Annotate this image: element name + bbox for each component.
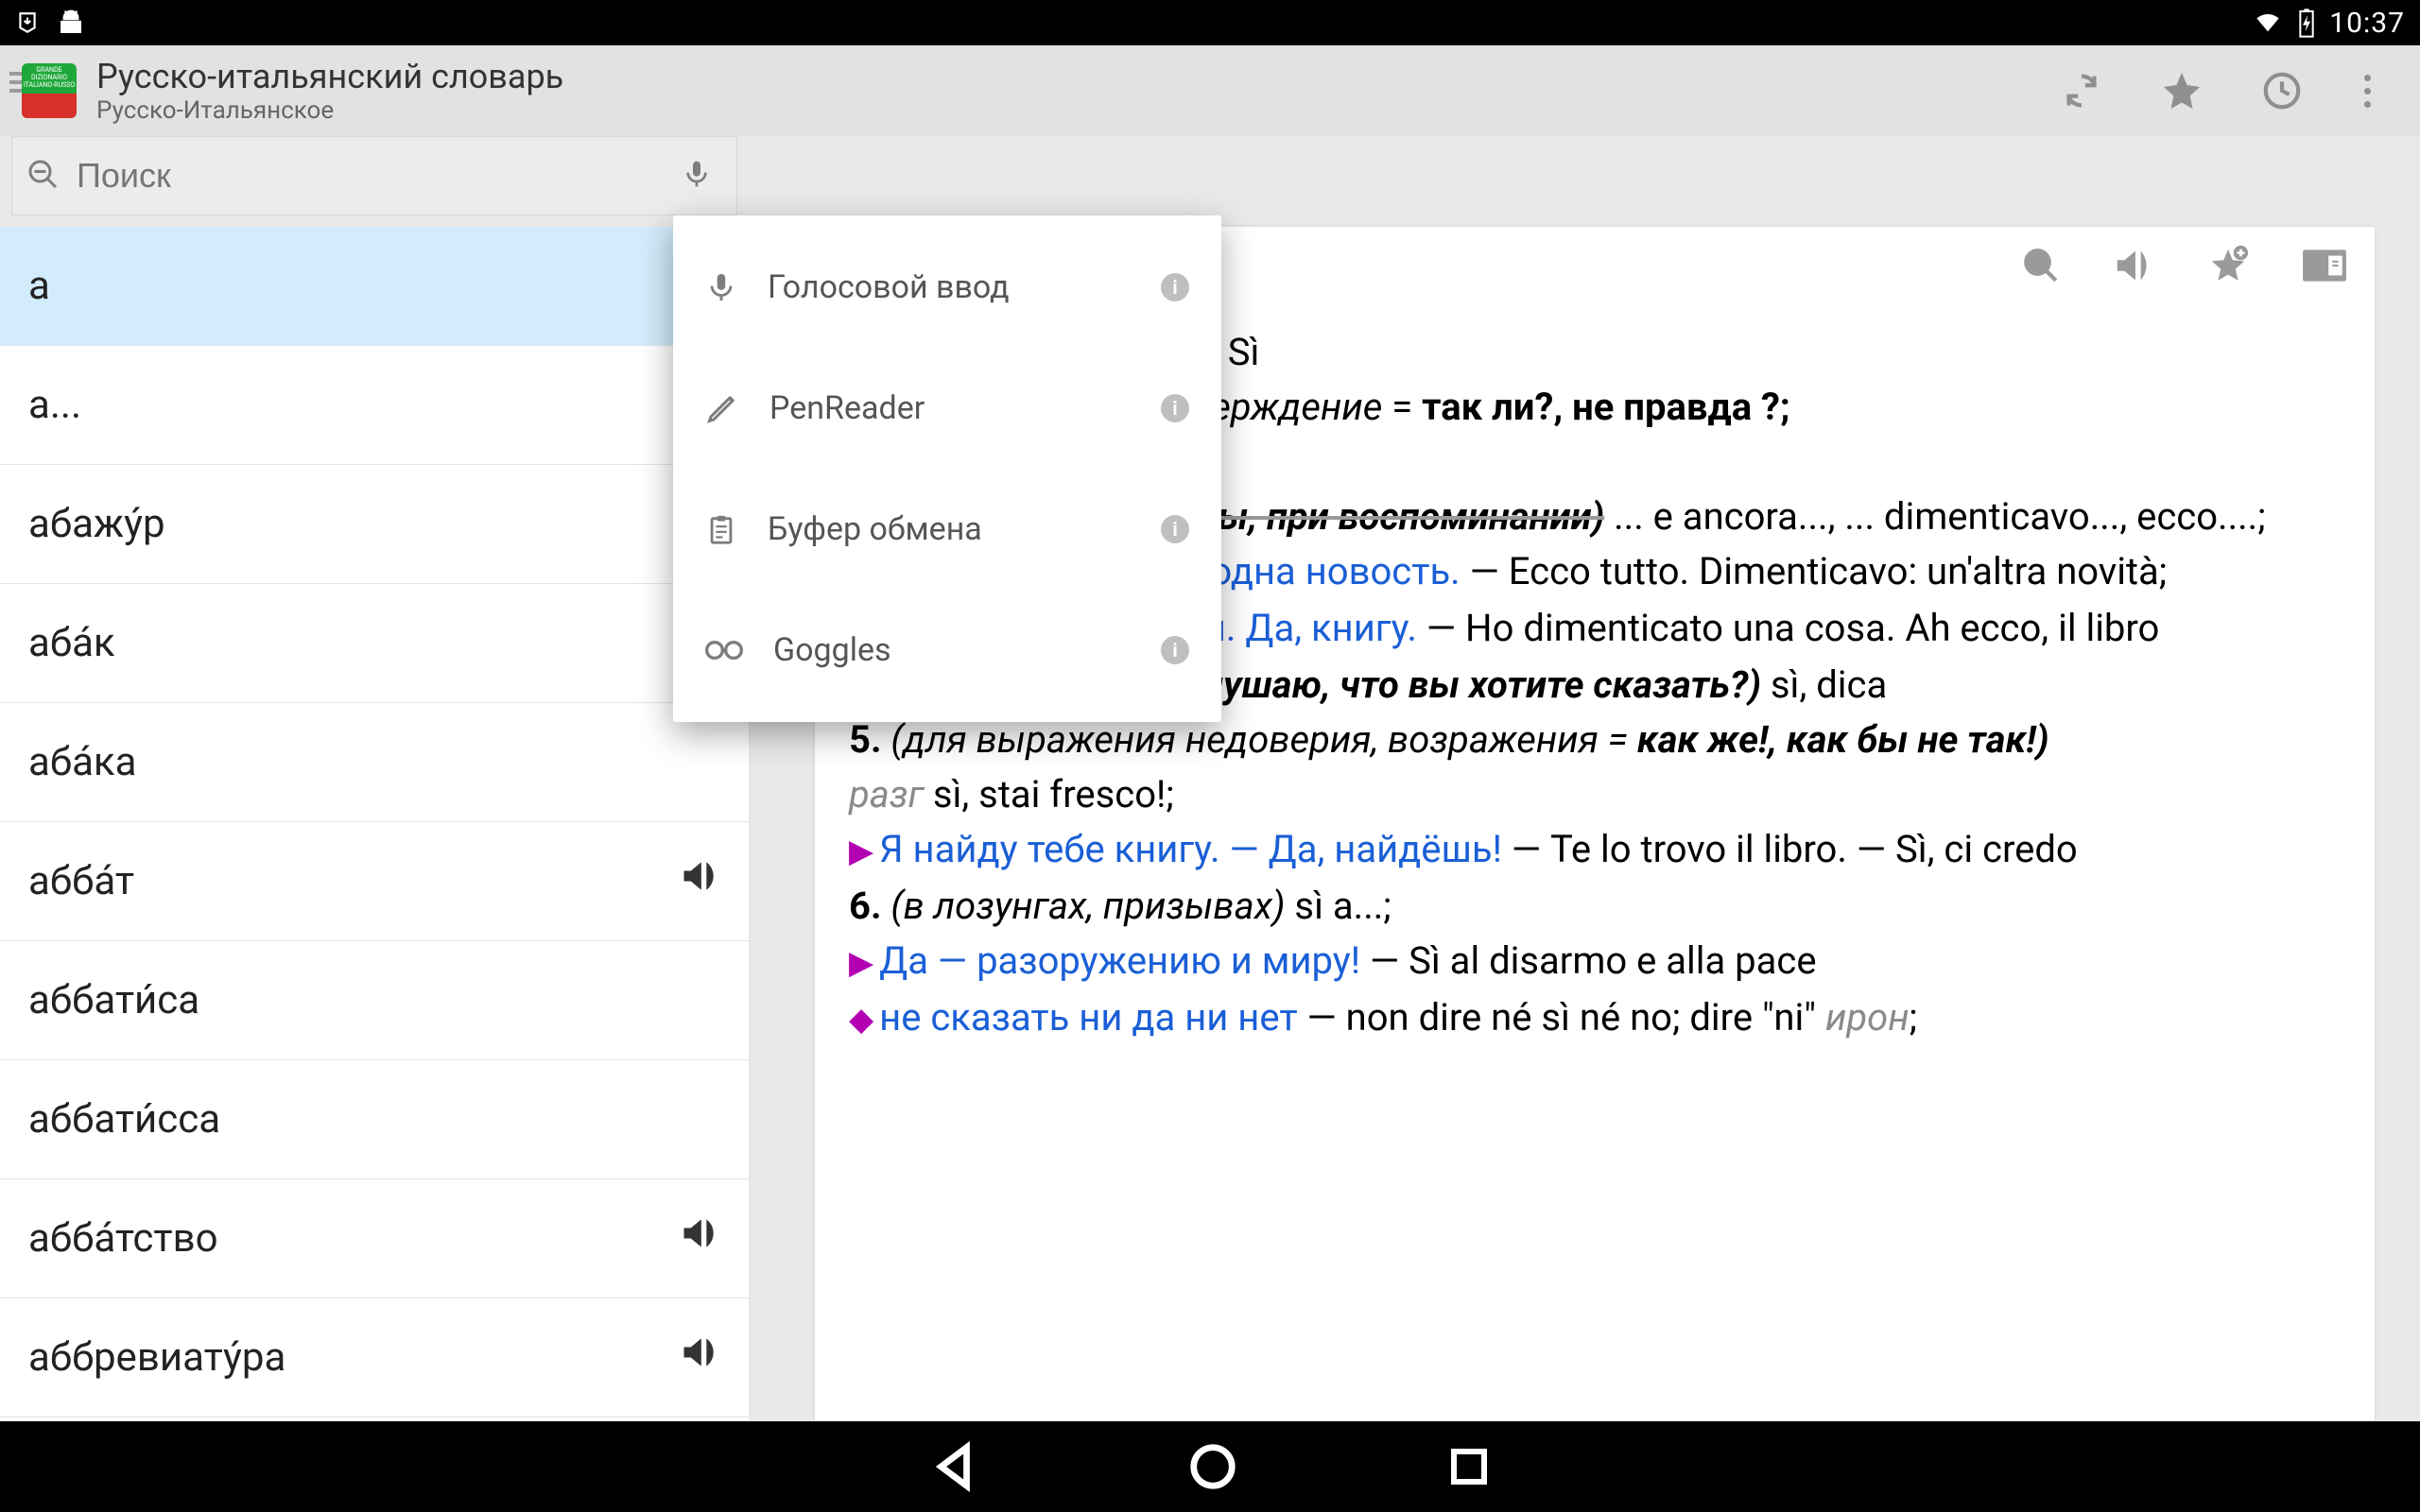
word-text: аба́ка bbox=[28, 739, 136, 785]
popup-item[interactable]: PenReader i bbox=[673, 348, 1221, 469]
input-method-popup: Голосовой вводiPenReaderiБуфер обменаiGo… bbox=[673, 215, 1221, 722]
sound-icon[interactable] bbox=[679, 855, 720, 907]
word-item[interactable]: а bbox=[0, 227, 749, 346]
refresh-icon[interactable] bbox=[2060, 69, 2103, 112]
word-item[interactable]: аббати́са bbox=[0, 941, 749, 1060]
android-icon bbox=[57, 9, 85, 37]
word-text: аббати́сса bbox=[28, 1096, 220, 1143]
word-item[interactable]: абажу́р bbox=[0, 465, 749, 584]
word-text: абажу́р bbox=[28, 501, 165, 547]
mic-icon[interactable] bbox=[682, 154, 719, 198]
sound-icon[interactable] bbox=[679, 1332, 720, 1383]
popup-item-label: PenReader bbox=[769, 389, 1131, 427]
app-toolbar: GRANDE DIZIONARIOITALIANO-RUSSO Русско-и… bbox=[0, 45, 2420, 136]
back-icon[interactable] bbox=[928, 1441, 979, 1492]
word-item[interactable]: аба́ка bbox=[0, 703, 749, 822]
word-text: аббревиату́ра bbox=[28, 1334, 285, 1381]
word-text: а bbox=[28, 263, 50, 309]
info-icon[interactable]: i bbox=[1161, 515, 1189, 543]
app-title: Русско-итальянский словарь bbox=[96, 57, 563, 96]
word-item[interactable]: аббати́сса bbox=[0, 1060, 749, 1179]
home-icon[interactable] bbox=[1187, 1441, 1238, 1492]
sound-icon[interactable] bbox=[679, 1212, 720, 1264]
info-icon[interactable]: i bbox=[1161, 394, 1189, 422]
search-bar[interactable] bbox=[11, 136, 737, 215]
info-icon[interactable]: i bbox=[1161, 636, 1189, 664]
clock-text: 10:37 bbox=[2329, 7, 2405, 40]
search-input[interactable] bbox=[63, 156, 682, 196]
word-list[interactable]: а а... абажу́р аба́к аба́ка абба́т аббати́са аб… bbox=[0, 227, 749, 1421]
star-add-icon[interactable] bbox=[2206, 244, 2250, 287]
sound-icon[interactable] bbox=[2112, 244, 2155, 287]
word-item[interactable]: аббревиату́ра bbox=[0, 1298, 749, 1418]
app-icon[interactable]: GRANDE DIZIONARIOITALIANO-RUSSO bbox=[15, 57, 83, 125]
word-item[interactable]: абба́тство bbox=[0, 1179, 749, 1298]
download-icon bbox=[15, 9, 40, 37]
app-subtitle: Русско-Итальянское bbox=[96, 96, 563, 125]
history-icon[interactable] bbox=[2260, 69, 2304, 112]
popup-item-label: Буфер обмена bbox=[768, 510, 1131, 548]
word-text: абба́т bbox=[28, 858, 134, 904]
word-item[interactable]: аба́к bbox=[0, 584, 749, 703]
android-navbar bbox=[0, 1421, 2420, 1512]
fullscreen-icon[interactable] bbox=[2301, 247, 2348, 284]
word-text: аббати́са bbox=[28, 977, 199, 1023]
popup-item-label: Голосовой ввод bbox=[768, 268, 1131, 306]
search-icon[interactable] bbox=[2021, 246, 2061, 285]
battery-charging-icon bbox=[2297, 8, 2316, 38]
zoom-out-icon[interactable] bbox=[26, 159, 63, 193]
popup-item[interactable]: Голосовой ввод i bbox=[673, 227, 1221, 348]
word-item[interactable]: абба́т bbox=[0, 822, 749, 941]
word-text: аба́к bbox=[28, 620, 115, 666]
status-bar: 10:37 bbox=[0, 0, 2420, 45]
star-icon[interactable] bbox=[2160, 69, 2204, 112]
word-text: а... bbox=[28, 382, 81, 428]
word-item[interactable]: а... bbox=[0, 346, 749, 465]
popup-item[interactable]: Goggles i bbox=[673, 590, 1221, 711]
word-text: абба́тство bbox=[28, 1215, 218, 1262]
overflow-menu-icon[interactable] bbox=[2360, 71, 2375, 112]
wifi-icon bbox=[2252, 9, 2284, 36]
popup-item[interactable]: Буфер обмена i bbox=[673, 469, 1221, 590]
recent-icon[interactable] bbox=[1446, 1444, 1492, 1489]
popup-item-label: Goggles bbox=[773, 631, 1131, 669]
info-icon[interactable]: i bbox=[1161, 273, 1189, 301]
